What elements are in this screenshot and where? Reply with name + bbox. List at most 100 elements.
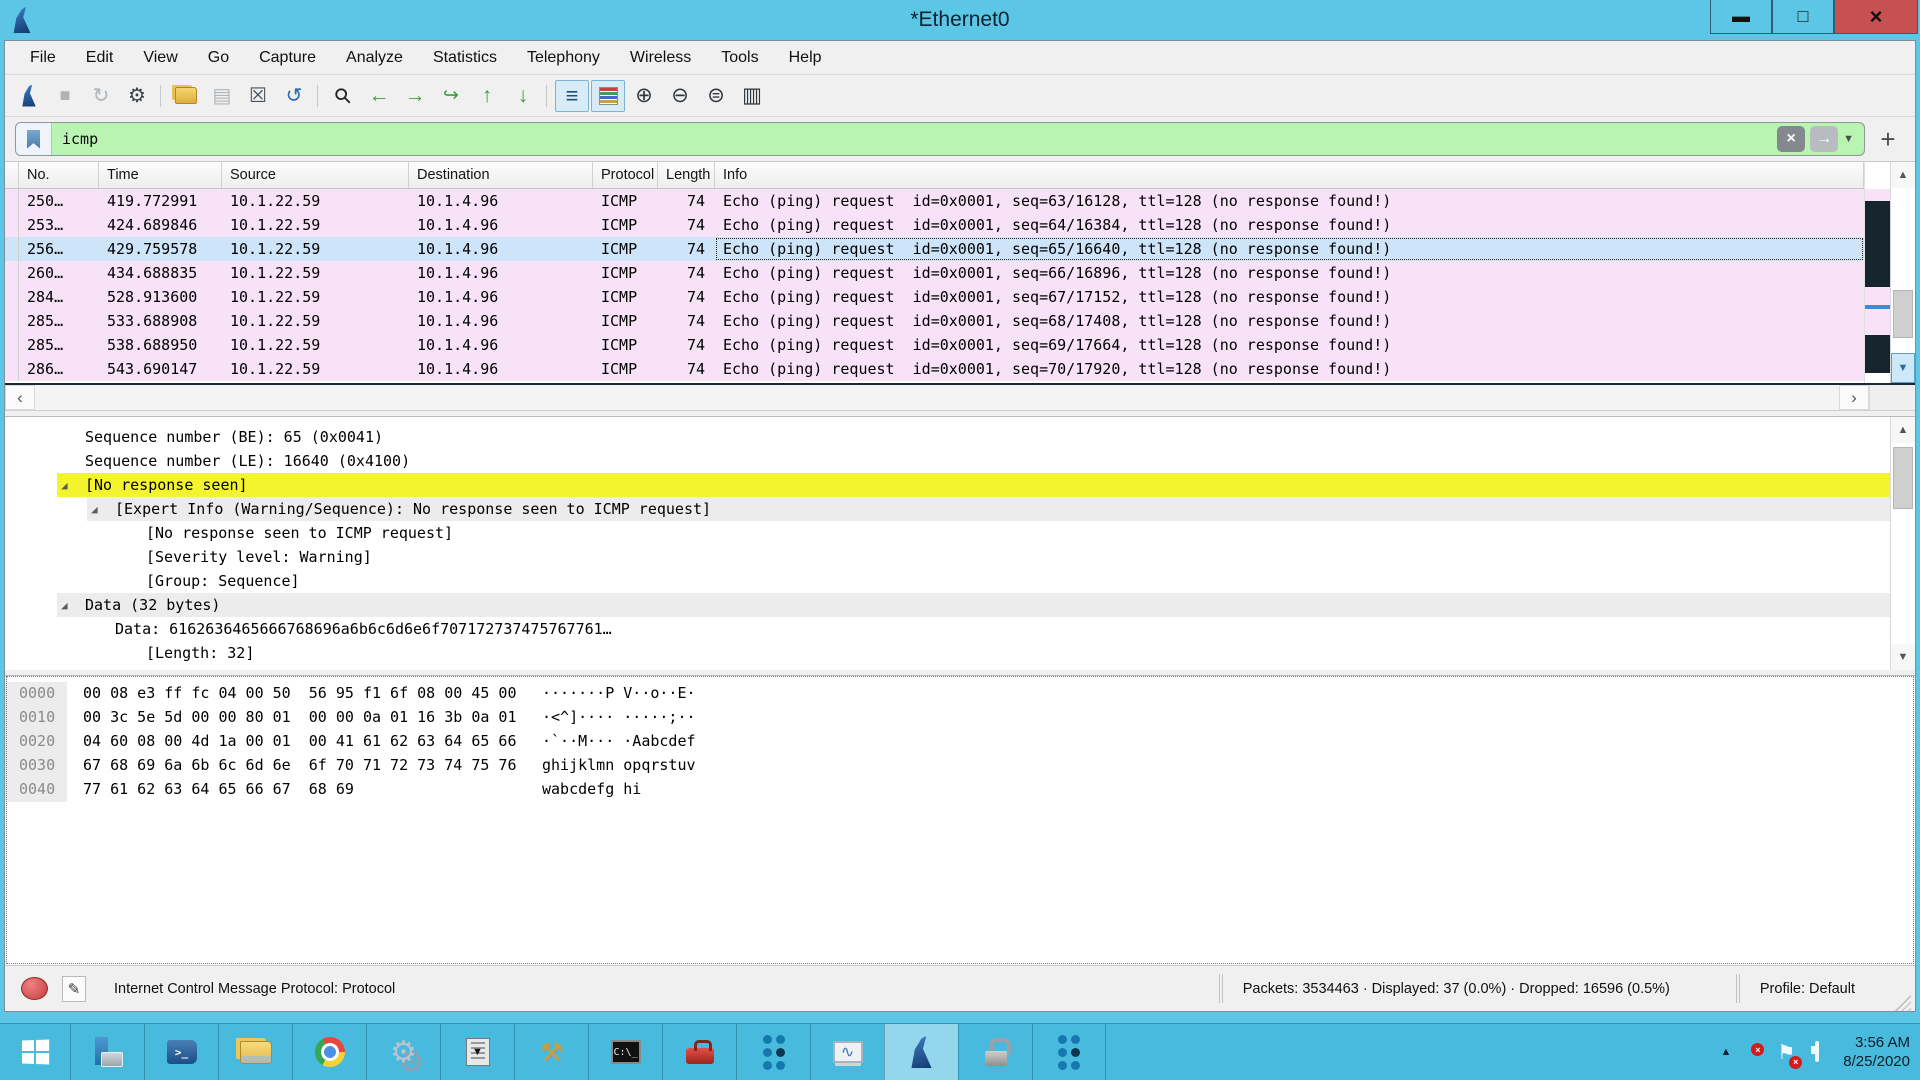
find-packet-icon[interactable]: ⚲ <box>320 72 367 119</box>
filter-clear-button[interactable]: × <box>1777 126 1805 152</box>
red-toolbox-icon[interactable] <box>662 1024 736 1080</box>
packet-list-horizontal-scrollbar[interactable]: ‹ › <box>5 385 1915 411</box>
detail-vertical-scrollbar[interactable]: ▲ ▼ <box>1890 417 1915 670</box>
col-info[interactable]: Info <box>715 162 1864 188</box>
packet-row[interactable]: 286… 543.690147 10.1.22.59 10.1.4.96 ICM… <box>5 357 1864 381</box>
detail-tree-line[interactable]: ◢ [No response seen] <box>57 473 1890 497</box>
menu-file[interactable]: File <box>15 45 71 71</box>
goto-packet-icon[interactable]: ↪ <box>434 80 468 112</box>
menu-capture[interactable]: Capture <box>244 45 331 71</box>
scroll-down-icon[interactable]: ▼ <box>1891 644 1915 670</box>
expand-icon[interactable]: ◢ <box>57 479 85 492</box>
packet-list-minimap[interactable] <box>1864 162 1890 383</box>
taskbar-clock[interactable]: 3:56 AM 8/25/2020 <box>1843 1033 1910 1072</box>
col-length[interactable]: Length <box>658 162 715 188</box>
filter-dropdown-icon[interactable]: ▼ <box>1843 133 1854 145</box>
packet-row[interactable]: 284… 528.913600 10.1.22.59 10.1.4.96 ICM… <box>5 285 1864 309</box>
hex-bytes[interactable]: 04 60 08 00 4d 1a 00 01 00 41 61 62 63 6… <box>67 730 542 754</box>
capture-options-icon[interactable]: ⚙ <box>120 80 154 112</box>
expert-info-icon[interactable] <box>21 977 48 1000</box>
packet-row[interactable]: 253… 424.689846 10.1.22.59 10.1.4.96 ICM… <box>5 213 1864 237</box>
capture-comment-icon[interactable]: ✎ <box>62 976 86 1002</box>
menu-view[interactable]: View <box>128 45 192 71</box>
start-capture-icon[interactable] <box>12 80 46 112</box>
col-gutter[interactable] <box>5 162 19 188</box>
display-filter-input[interactable]: icmp × → ▼ <box>15 122 1865 156</box>
menu-edit[interactable]: Edit <box>71 45 129 71</box>
menu-wireless[interactable]: Wireless <box>615 45 706 71</box>
col-time[interactable]: Time <box>99 162 222 188</box>
expand-icon[interactable]: ◢ <box>57 599 85 612</box>
scroll-thumb[interactable] <box>1893 290 1913 338</box>
detail-tree-line[interactable]: ◢ [Severity level: Warning] <box>118 545 1890 569</box>
menu-tools[interactable]: Tools <box>706 45 773 71</box>
colorize-icon[interactable] <box>591 80 625 112</box>
save-file-icon[interactable]: ▤ <box>205 80 239 112</box>
scroll-up-icon[interactable]: ▲ <box>1891 162 1915 188</box>
detail-tree-line[interactable]: ◢ Data: 6162636465666768696a6b6c6d6e6f70… <box>87 617 1890 641</box>
detail-tree-line[interactable]: ◢ Sequence number (LE): 16640 (0x4100) <box>57 449 1890 473</box>
menu-analyze[interactable]: Analyze <box>331 45 418 71</box>
hex-ascii[interactable]: wabcdefg hi <box>542 778 641 802</box>
admin-tools-icon[interactable]: ⚒ <box>514 1024 588 1080</box>
hex-ascii[interactable]: ·······P V··o··E· <box>542 682 696 706</box>
file-explorer-icon[interactable] <box>218 1024 292 1080</box>
settings-gears-icon[interactable]: ⚙ <box>366 1024 440 1080</box>
open-file-icon[interactable] <box>169 80 203 112</box>
go-back-icon[interactable]: ← <box>362 80 396 112</box>
reload-file-icon[interactable]: ↺ <box>277 80 311 112</box>
detail-tree-line[interactable]: ◢ [Group: Sequence] <box>118 569 1890 593</box>
app-grid-icon-2[interactable] <box>1032 1024 1106 1080</box>
go-first-packet-icon[interactable]: ↑ <box>470 80 504 112</box>
packet-list-vertical-scrollbar[interactable]: ▲ ▼ <box>1890 162 1915 383</box>
filter-apply-button[interactable]: → <box>1810 126 1838 152</box>
restart-capture-icon[interactable]: ↻ <box>84 80 118 112</box>
installer-icon[interactable]: ▼ <box>440 1024 514 1080</box>
detail-tree-line[interactable]: ◢ [No response seen to ICMP request] <box>118 521 1890 545</box>
detail-tree-line[interactable]: ◢ [Expert Info (Warning/Sequence): No re… <box>87 497 1890 521</box>
menu-help[interactable]: Help <box>774 45 837 71</box>
zoom-reset-icon[interactable]: ⊜ <box>699 80 733 112</box>
start-button[interactable] <box>0 1024 70 1080</box>
zoom-in-icon[interactable]: ⊕ <box>627 80 661 112</box>
scroll-left-icon[interactable]: ‹ <box>5 385 35 410</box>
packet-row[interactable]: 250… 419.772991 10.1.22.59 10.1.4.96 ICM… <box>5 189 1864 213</box>
go-forward-icon[interactable]: → <box>398 80 432 112</box>
filter-add-button[interactable]: + <box>1871 124 1905 155</box>
powershell-icon[interactable]: >_ <box>144 1024 218 1080</box>
winscp-icon[interactable] <box>958 1024 1032 1080</box>
performance-monitor-icon[interactable]: ∿ <box>810 1024 884 1080</box>
col-destination[interactable]: Destination <box>409 162 593 188</box>
detail-tree-line[interactable]: ◢ [Length: 32] <box>118 641 1890 665</box>
hex-bytes[interactable]: 77 61 62 63 64 65 66 67 68 69 <box>67 778 542 802</box>
hex-ascii[interactable]: ·<^]···· ·····;·· <box>542 706 696 730</box>
hex-bytes[interactable]: 00 08 e3 ff fc 04 00 50 56 95 f1 6f 08 0… <box>67 682 542 706</box>
hex-ascii[interactable]: ·`··M··· ·Aabcdef <box>542 730 696 754</box>
packet-row[interactable]: 285… 538.688950 10.1.22.59 10.1.4.96 ICM… <box>5 333 1864 357</box>
col-no[interactable]: No. <box>19 162 99 188</box>
scroll-down-icon[interactable]: ▼ <box>1891 353 1915 383</box>
tray-expand-icon[interactable]: ▲ <box>1720 1046 1731 1058</box>
packet-row[interactable]: 285… 533.688908 10.1.22.59 10.1.4.96 ICM… <box>5 309 1864 333</box>
col-source[interactable]: Source <box>222 162 409 188</box>
scroll-right-icon[interactable]: › <box>1839 385 1869 410</box>
scroll-up-icon[interactable]: ▲ <box>1891 417 1915 443</box>
auto-scroll-icon[interactable]: ≡ <box>555 80 589 112</box>
network-icon[interactable] <box>1815 1043 1819 1061</box>
chrome-icon[interactable] <box>292 1024 366 1080</box>
packet-row[interactable]: 256… 429.759578 10.1.22.59 10.1.4.96 ICM… <box>5 237 1864 261</box>
scroll-thumb[interactable] <box>1893 447 1913 509</box>
expand-icon[interactable]: ◢ <box>87 503 115 516</box>
hex-ascii[interactable]: ghijklmn opqrstuv <box>542 754 696 778</box>
hex-bytes[interactable]: 67 68 69 6a 6b 6c 6d 6e 6f 70 71 72 73 7… <box>67 754 542 778</box>
action-center-flag-icon[interactable]: ⚑ × <box>1777 1040 1795 1065</box>
go-last-packet-icon[interactable]: ↓ <box>506 80 540 112</box>
stop-capture-icon[interactable]: ■ <box>48 80 82 112</box>
wireshark-icon[interactable] <box>884 1024 958 1080</box>
app-grid-icon[interactable] <box>736 1024 810 1080</box>
zoom-out-icon[interactable]: ⊖ <box>663 80 697 112</box>
resize-grip[interactable] <box>1895 995 1911 1011</box>
filter-value[interactable]: icmp <box>52 130 1777 148</box>
close-file-icon[interactable]: ☒ <box>241 80 275 112</box>
filter-bookmark-button[interactable] <box>16 123 52 155</box>
